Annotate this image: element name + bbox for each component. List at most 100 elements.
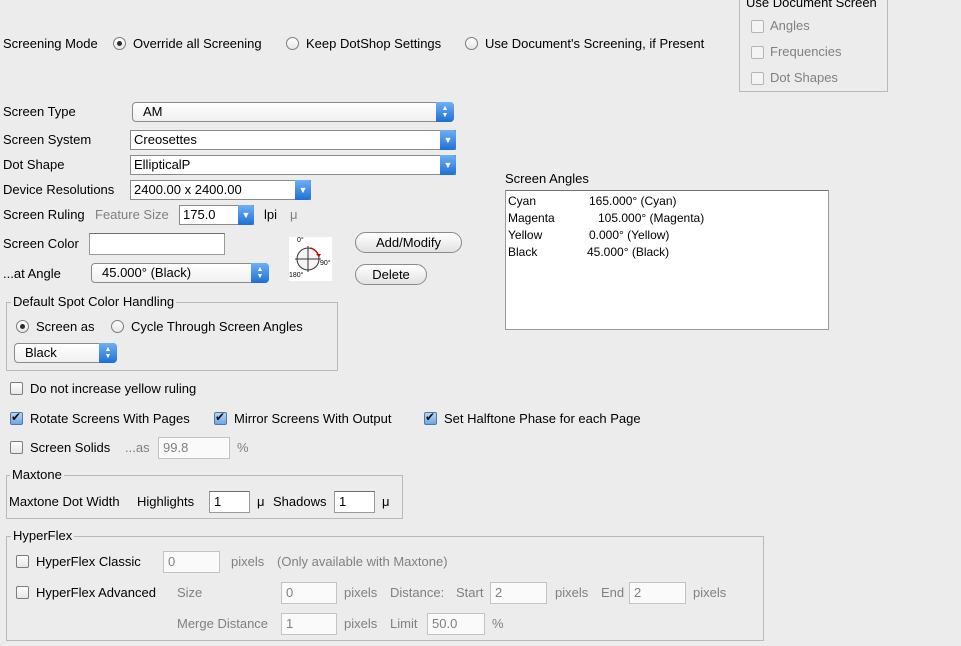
merge-pixels-unit: pixels bbox=[344, 616, 378, 631]
dot-shape-combo[interactable]: EllipticalP ▼ bbox=[130, 155, 456, 175]
popup-arrows-icon: ▲ ▼ bbox=[436, 102, 454, 122]
size-label: Size bbox=[177, 585, 203, 600]
screen-system-combo[interactable]: Creosettes ▼ bbox=[130, 130, 456, 150]
hyperflex-classic-field[interactable]: 0 bbox=[163, 551, 220, 573]
frequencies-label: Frequencies bbox=[770, 44, 842, 59]
keep-dotshop-label: Keep DotShop Settings bbox=[306, 36, 442, 51]
yellow-ruling-checkbox[interactable] bbox=[10, 382, 23, 395]
start-field[interactable]: 2 bbox=[490, 582, 547, 604]
end-pixels-unit: pixels bbox=[693, 585, 727, 600]
screen-solids-checkbox[interactable] bbox=[10, 441, 23, 454]
solids-value-field[interactable]: 99.8 bbox=[158, 437, 230, 459]
list-item[interactable]: Magenta 105.000° (Magenta) bbox=[508, 210, 704, 227]
combo-arrow-icon: ▼ bbox=[440, 130, 456, 150]
highlights-unit: μ bbox=[257, 494, 265, 509]
combo-arrow-icon: ▼ bbox=[238, 205, 254, 225]
size-pixels-unit: pixels bbox=[344, 585, 378, 600]
screen-color-field[interactable] bbox=[89, 233, 225, 255]
screen-angles-title: Screen Angles bbox=[505, 171, 589, 186]
maxtone-title: Maxtone bbox=[10, 467, 64, 483]
hyperflex-classic-checkbox[interactable] bbox=[16, 555, 29, 568]
start-pixels-unit: pixels bbox=[555, 585, 589, 600]
limit-field[interactable]: 50.0 bbox=[427, 613, 485, 635]
combo-arrow-icon: ▼ bbox=[440, 155, 456, 175]
screen-system-value: Creosettes bbox=[134, 132, 197, 147]
end-label: End bbox=[601, 585, 625, 600]
classic-note: (Only available with Maxtone) bbox=[277, 554, 448, 569]
screen-type-popup[interactable]: AM ▲ ▼ bbox=[132, 102, 454, 122]
yellow-ruling-label: Do not increase yellow ruling bbox=[30, 381, 197, 396]
solids-percent: % bbox=[237, 440, 249, 455]
list-item[interactable]: Yellow 0.000° (Yellow) bbox=[508, 227, 669, 244]
cycle-angles-label: Cycle Through Screen Angles bbox=[131, 319, 303, 334]
micron-unit: μ bbox=[290, 207, 298, 222]
angle-value: 0.000° (Yellow) bbox=[589, 228, 670, 242]
list-item[interactable]: Black 45.000° (Black) bbox=[508, 244, 669, 261]
angle-value: 45.000° (Black) bbox=[587, 245, 670, 259]
frequencies-checkbox[interactable] bbox=[751, 46, 764, 59]
highlights-label: Highlights bbox=[137, 494, 195, 509]
mirror-screens-label: Mirror Screens With Output bbox=[234, 411, 392, 426]
screen-ruling-combo[interactable]: 175.0 ▼ bbox=[179, 205, 254, 225]
mirror-screens-checkbox[interactable] bbox=[214, 410, 227, 425]
dot-shapes-label: Dot Shapes bbox=[770, 70, 838, 85]
use-document-radio[interactable] bbox=[465, 37, 478, 50]
screen-ruling-value: 175.0 bbox=[183, 207, 216, 222]
rotate-screens-label: Rotate Screens With Pages bbox=[30, 411, 190, 426]
combo-arrow-icon: ▼ bbox=[295, 180, 311, 200]
delete-button[interactable]: Delete bbox=[355, 264, 427, 285]
lpi-unit: lpi bbox=[264, 207, 278, 222]
hyperflex-classic-label: HyperFlex Classic bbox=[36, 554, 141, 569]
dial-bottom-label: 180° bbox=[289, 272, 304, 279]
screen-color-label: Screen Color bbox=[3, 236, 79, 251]
shadows-label: Shadows bbox=[273, 494, 327, 509]
distance-label: Distance: bbox=[390, 585, 445, 600]
screen-as-popup[interactable]: Black ▲ ▼ bbox=[14, 343, 117, 363]
angle-color: Yellow bbox=[508, 228, 543, 242]
start-label: Start bbox=[456, 585, 484, 600]
maxtone-dot-width-label: Maxtone Dot Width bbox=[9, 494, 120, 509]
halftone-phase-checkbox[interactable] bbox=[424, 410, 437, 425]
screen-angles-list[interactable]: Cyan 165.000° (Cyan) Magenta 105.000° (M… bbox=[505, 190, 829, 330]
keep-dotshop-radio[interactable] bbox=[286, 37, 299, 50]
screen-as-label: Screen as bbox=[36, 319, 95, 334]
add-modify-button[interactable]: Add/Modify bbox=[355, 232, 462, 253]
cycle-angles-radio[interactable] bbox=[111, 320, 124, 333]
angles-checkbox[interactable] bbox=[751, 20, 764, 33]
angle-value: 105.000° (Magenta) bbox=[598, 211, 705, 225]
dot-shapes-checkbox[interactable] bbox=[751, 72, 764, 85]
classic-pixels-unit: pixels bbox=[231, 554, 265, 569]
angle-dial-icon: 0° 90° 180° bbox=[289, 237, 332, 281]
hyperflex-advanced-checkbox[interactable] bbox=[16, 586, 29, 599]
shadows-unit: μ bbox=[382, 494, 390, 509]
popup-arrows-icon: ▲ ▼ bbox=[251, 263, 269, 283]
spot-color-title: Default Spot Color Handling bbox=[11, 294, 177, 310]
angle-color: Black bbox=[508, 245, 538, 259]
dial-right-label: 90° bbox=[320, 260, 331, 267]
size-field[interactable]: 0 bbox=[281, 582, 337, 604]
feature-size-label: Feature Size bbox=[95, 207, 169, 222]
merge-distance-field[interactable]: 1 bbox=[281, 613, 337, 635]
end-field[interactable]: 2 bbox=[629, 582, 686, 604]
screen-as-value: Black bbox=[25, 345, 57, 360]
dot-shape-label: Dot Shape bbox=[3, 157, 65, 172]
limit-label: Limit bbox=[390, 616, 418, 631]
override-all-radio[interactable] bbox=[113, 37, 126, 50]
at-angle-value: 45.000° (Black) bbox=[102, 265, 192, 280]
screen-as-radio[interactable] bbox=[16, 320, 29, 333]
merge-distance-label: Merge Distance bbox=[177, 616, 269, 631]
angle-color: Magenta bbox=[508, 211, 555, 225]
shadows-field[interactable]: 1 bbox=[334, 491, 375, 513]
override-all-label: Override all Screening bbox=[133, 36, 262, 51]
screen-ruling-label: Screen Ruling bbox=[3, 207, 85, 222]
angle-color: Cyan bbox=[508, 194, 537, 208]
screen-system-label: Screen System bbox=[3, 132, 92, 147]
rotate-screens-checkbox[interactable] bbox=[10, 410, 23, 425]
list-item[interactable]: Cyan 165.000° (Cyan) bbox=[508, 193, 677, 210]
highlights-field[interactable]: 1 bbox=[209, 491, 250, 513]
at-angle-popup[interactable]: 45.000° (Black) ▲ ▼ bbox=[91, 263, 269, 283]
hyperflex-title: HyperFlex bbox=[11, 528, 75, 544]
device-resolutions-combo[interactable]: 2400.00 x 2400.00 ▼ bbox=[130, 180, 311, 200]
screening-mode-label: Screening Mode bbox=[3, 36, 98, 51]
halftone-phase-label: Set Halftone Phase for each Page bbox=[444, 411, 641, 426]
